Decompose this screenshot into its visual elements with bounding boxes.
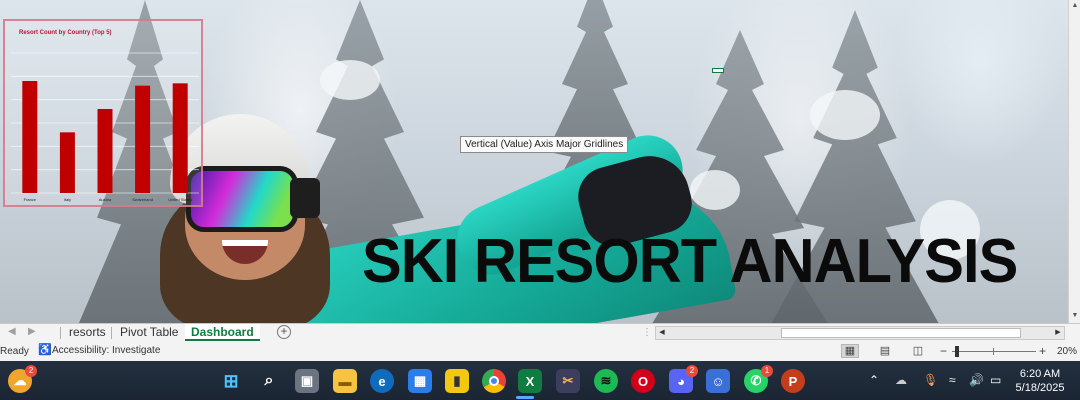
chart-x-tick-label: United States [168, 197, 192, 202]
battery-icon[interactable]: ▭ [990, 373, 1001, 387]
task-view-icon[interactable]: ▣ [295, 369, 319, 393]
scroll-right-icon[interactable]: ▶ [1052, 327, 1064, 339]
sheet-tabs-bar: ◀ ▶ resorts Pivot Table Dashboard + ⋮ ◀ … [0, 323, 1080, 341]
powerpoint-icon[interactable]: P [781, 369, 805, 393]
ready-status: Ready [0, 346, 29, 357]
wifi-icon[interactable]: ≈ [949, 373, 956, 387]
volume-icon[interactable]: 🔊 [969, 373, 984, 387]
microsoft-store-icon[interactable]: ▦ [408, 369, 432, 393]
scroll-down-icon[interactable]: ▼ [1069, 310, 1080, 322]
chart-title: Resort Count by Country (Top 5) [19, 30, 112, 36]
zoom-slider-knob[interactable] [955, 346, 959, 357]
clock-date: 5/18/2025 [1015, 382, 1065, 394]
tab-scroll-left-icon[interactable]: ◀ [8, 326, 16, 337]
vertical-scrollbar[interactable]: ▲ ▼ [1068, 0, 1080, 323]
resort-count-chart[interactable]: Resort Count by Country (Top 5) France Ita… [3, 19, 203, 207]
page-break-view-button[interactable]: ◫ [909, 344, 927, 358]
tab-split-handle[interactable]: ⋮ [642, 327, 652, 338]
chevron-up-icon[interactable]: ⌃ [869, 373, 879, 387]
windows-taskbar: ☁ 2 ⊞ ⌕ ▣ ▬ e ▦ ▮ X ✂ ≋ O ◕ 2 ☺ ✆ 1 P ⌃ ☁ 🎙… [0, 361, 1080, 400]
opera-icon[interactable]: O [631, 369, 655, 393]
status-bar: Ready ♿Accessibility: Investigate ▦ ▤ ◫ … [0, 341, 1080, 361]
scroll-left-icon[interactable]: ◀ [656, 327, 668, 339]
spotify-icon[interactable]: ≋ [594, 369, 618, 393]
add-sheet-button[interactable]: + [277, 325, 291, 339]
snow-patch [320, 60, 380, 100]
tab-pivot-table[interactable]: Pivot Table [114, 324, 184, 341]
gridlines-tooltip: Vertical (Value) Axis Major Gridlines [460, 136, 629, 153]
search-icon[interactable]: ⌕ [257, 369, 281, 393]
tab-divider [60, 327, 61, 339]
dashboard-sheet[interactable]: Resort Count by Country (Top 5) France Ita… [0, 0, 1068, 323]
zoom-in-button[interactable]: + [1039, 344, 1046, 358]
page-layout-view-button[interactable]: ▤ [876, 344, 894, 358]
snipping-tool-icon[interactable]: ✂ [556, 369, 580, 393]
excel-icon[interactable]: X [518, 369, 542, 393]
accessibility-label: Accessibility: Investigate [52, 345, 161, 356]
tab-scroll-right-icon[interactable]: ▶ [28, 326, 36, 337]
scrollbar-thumb[interactable] [781, 328, 1021, 338]
chart-bar [172, 83, 188, 193]
start-icon[interactable]: ⊞ [219, 369, 243, 393]
microphone-icon[interactable]: 🎙 [923, 373, 938, 387]
taskbar-clock[interactable]: 6:20 AM 5/18/2025 [1015, 367, 1065, 395]
dashboard-title: SKI RESORT ANALYSIS [362, 227, 1018, 296]
chrome-icon[interactable] [482, 369, 506, 393]
weather-icon[interactable]: ☁ 2 [8, 365, 37, 393]
discord-icon[interactable]: ◕ 2 [669, 365, 698, 393]
snow-patch [810, 90, 880, 140]
chart-x-tick-label: Italy [64, 197, 71, 202]
zoom-out-button[interactable]: − [940, 344, 947, 358]
zoom-slider-midmark [993, 348, 994, 355]
chart-bar [97, 109, 113, 193]
normal-view-button[interactable]: ▦ [841, 344, 859, 358]
whatsapp-badge: 1 [761, 365, 773, 377]
accessibility-icon: ♿ [38, 344, 52, 356]
horizontal-scrollbar[interactable]: ◀ ▶ [655, 326, 1065, 340]
chart-bar [22, 81, 38, 193]
tab-dashboard[interactable]: Dashboard [185, 324, 260, 341]
teams-icon[interactable]: ☺ [706, 369, 730, 393]
selection-handle[interactable] [712, 68, 724, 73]
chart-x-tick-label: France [24, 197, 37, 202]
excel-active-indicator [516, 396, 534, 399]
onedrive-icon[interactable]: ☁ [895, 373, 907, 387]
clock-time: 6:20 AM [1019, 368, 1061, 380]
discord-badge: 2 [686, 365, 698, 377]
chart-bar [59, 132, 75, 193]
tab-resorts[interactable]: resorts [63, 324, 112, 341]
bar-chart-svg: Resort Count by Country (Top 5) France Ita… [11, 30, 199, 202]
file-explorer-icon[interactable]: ▬ [333, 369, 357, 393]
zoom-percentage[interactable]: 20% [1057, 346, 1077, 357]
accessibility-status[interactable]: ♿Accessibility: Investigate [38, 345, 160, 357]
edge-icon[interactable]: e [370, 369, 394, 393]
chart-x-tick-label: Switzerland [132, 197, 153, 202]
scroll-up-icon[interactable]: ▲ [1069, 0, 1080, 12]
weather-badge: 2 [25, 365, 37, 377]
chart-x-tick-label: Austria [99, 197, 112, 202]
power-bi-icon[interactable]: ▮ [445, 369, 469, 393]
chart-bar [135, 85, 151, 193]
tab-divider [111, 327, 112, 339]
zoom-slider[interactable] [952, 351, 1036, 352]
whatsapp-icon[interactable]: ✆ 1 [744, 365, 773, 393]
